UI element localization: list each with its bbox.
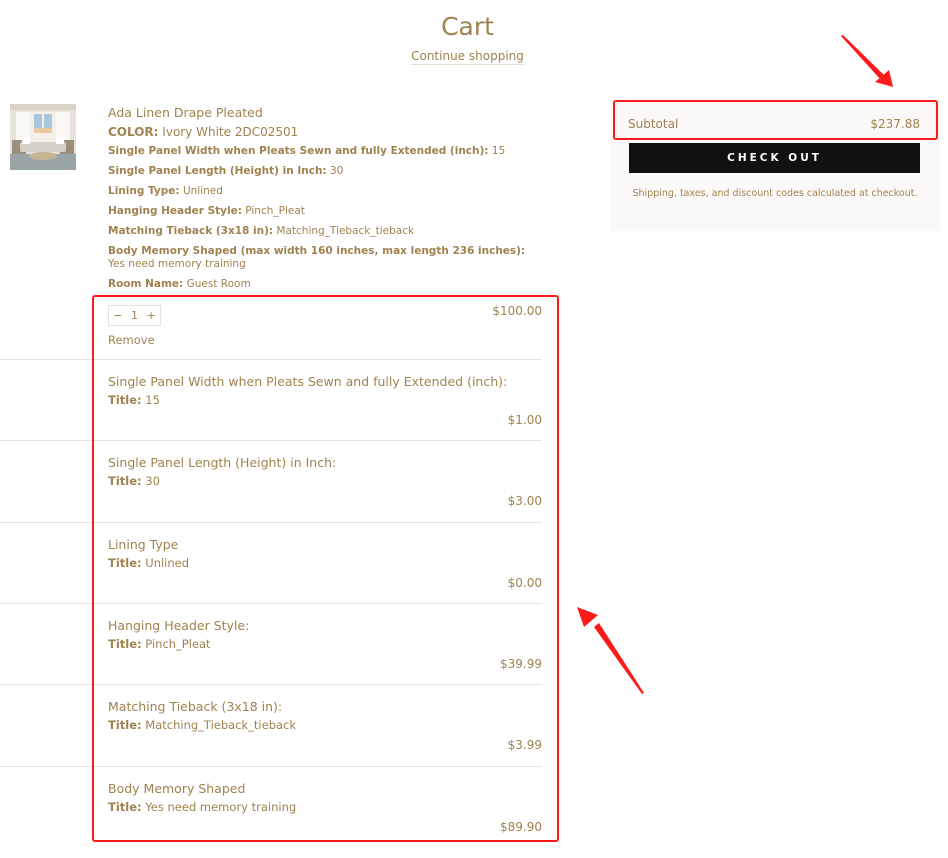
addon-title-value: 15 (145, 393, 160, 407)
continue-shopping-wrap: Continue shopping (0, 49, 935, 65)
addon-title: Title: Unlined (108, 556, 189, 570)
addon-title-label: Title: (108, 718, 142, 733)
addon-price: $39.99 (500, 656, 542, 671)
subtotal-row: Subtotal $237.88 (628, 117, 920, 131)
subtotal-label: Subtotal (628, 117, 679, 131)
addon-title: Title: Matching_Tieback_tieback (108, 718, 296, 732)
addon-title-label: Title: (108, 555, 142, 570)
addon-name: Hanging Header Style: (108, 617, 250, 633)
addon-row: Single Panel Length (Height) in Inch: Tit… (0, 440, 542, 521)
addon-row: Lining Type Title: Unlined $0.00 (0, 521, 542, 603)
property-item: Matching Tieback (3x18 in): Matching_Tie… (108, 225, 528, 238)
product-name[interactable]: Ada Linen Drape Pleated (108, 104, 528, 121)
addon-title: Title: 15 (108, 393, 160, 407)
property-value: Unlined (182, 185, 223, 197)
quantity-value[interactable]: 1 (131, 309, 138, 322)
addon-title-label: Title: (108, 636, 142, 651)
property-item: Body Memory Shaped (max width 160 inches… (108, 245, 528, 271)
color-value: Ivory White 2DC02501 (162, 125, 299, 139)
addon-price: $1.00 (507, 413, 542, 427)
addon-name: Body Memory Shaped (108, 780, 246, 796)
addon-price: $3.99 (507, 738, 542, 753)
increase-quantity-button[interactable]: + (147, 309, 156, 322)
cart-summary: Subtotal $237.88 CHECK OUT Shipping, tax… (610, 100, 940, 231)
subtotal-value: $237.88 (870, 117, 920, 131)
property-value: 30 (329, 165, 344, 177)
checkout-button[interactable]: CHECK OUT (629, 143, 920, 173)
addon-name: Single Panel Length (Height) in Inch: (108, 455, 337, 471)
product-photo-icon (10, 104, 76, 170)
arrow-to-addons-icon (577, 607, 644, 694)
product-color: COLOR: Ivory White 2DC02501 (108, 124, 528, 141)
addon-title-value: Matching_Tieback_tieback (145, 718, 297, 733)
addon-row: Matching Tieback (3x18 in): Title: Matchi… (0, 684, 542, 765)
property-item: Single Panel Length (Height) in Inch: 30 (108, 165, 528, 178)
item-details: Ada Linen Drape Pleated COLOR: Ivory Whi… (108, 104, 528, 298)
addon-title: Title: Yes need memory training (108, 800, 296, 814)
property-value: Guest Room (186, 278, 251, 290)
property-label: Body Memory Shaped (max width 160 inches… (108, 245, 526, 257)
product-image[interactable] (10, 104, 76, 170)
addon-title-label: Title: (108, 799, 142, 814)
addon-price: $89.90 (500, 819, 542, 834)
addon-price: $0.00 (507, 575, 542, 590)
addon-row: Single Panel Width when Pleats Sewn and … (0, 359, 542, 440)
continue-shopping-link[interactable]: Continue shopping (411, 49, 524, 65)
addon-title: Title: Pinch_Pleat (108, 637, 211, 651)
property-item: Single Panel Width when Pleats Sewn and … (108, 145, 528, 158)
remove-button[interactable]: Remove (108, 333, 155, 347)
addon-name: Single Panel Width when Pleats Sewn and … (108, 374, 508, 389)
property-label: Single Panel Width when Pleats Sewn and … (108, 145, 489, 157)
property-value: 15 (491, 145, 506, 157)
decrease-quantity-button[interactable]: − (113, 309, 122, 322)
addon-title: Title: 30 (108, 474, 160, 488)
item-price: $100.00 (492, 304, 542, 318)
color-label: COLOR: (108, 125, 159, 139)
property-list: Single Panel Width when Pleats Sewn and … (108, 145, 528, 291)
addon-name: Matching Tieback (3x18 in): (108, 699, 283, 715)
addon-title-value: Unlined (145, 555, 190, 570)
checkout-note: Shipping, taxes, and discount codes calc… (632, 188, 918, 199)
property-label: Room Name: (108, 278, 184, 290)
page-title: Cart (441, 12, 494, 41)
addon-title-value: Pinch_Pleat (145, 636, 211, 651)
addon-row: Body Memory Shaped Title: Yes need memory… (0, 765, 542, 847)
property-item: Hanging Header Style: Pinch_Pleat (108, 205, 528, 218)
addon-price: $3.00 (507, 494, 542, 509)
quantity-stepper[interactable]: − 1 + (108, 305, 161, 326)
property-label: Hanging Header Style: (108, 205, 242, 217)
property-item: Room Name: Guest Room (108, 278, 528, 291)
property-value: Yes need memory training (108, 258, 246, 270)
property-label: Lining Type: (108, 185, 180, 197)
addon-row: Hanging Header Style: Title: Pinch_Pleat $… (0, 602, 542, 684)
property-item: Lining Type: Unlined (108, 185, 528, 198)
property-label: Matching Tieback (3x18 in): (108, 225, 274, 237)
addon-title-label: Title: (108, 393, 142, 407)
property-value: Pinch_Pleat (245, 205, 305, 217)
property-value: Matching_Tieback_tieback (276, 225, 415, 237)
addon-name: Lining Type (108, 536, 179, 552)
addon-title-value: 30 (145, 474, 160, 489)
addon-title-value: Yes need memory training (145, 799, 297, 814)
addon-title-label: Title: (108, 474, 142, 489)
property-label: Single Panel Length (Height) in Inch: (108, 165, 327, 177)
